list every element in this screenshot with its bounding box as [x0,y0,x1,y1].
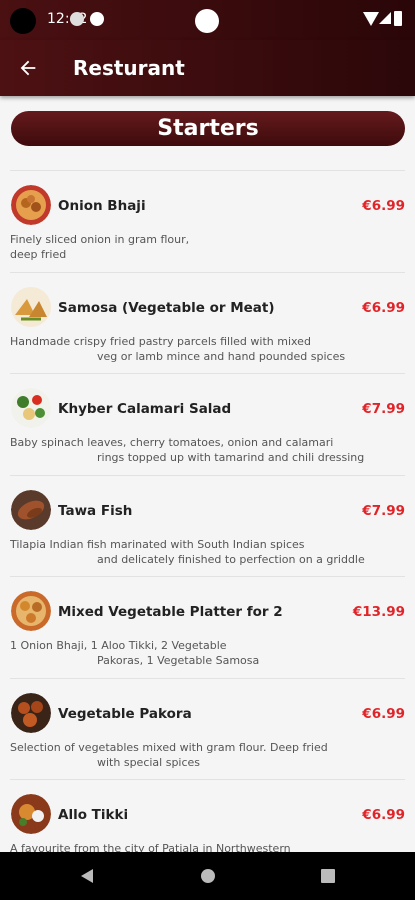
page-title: Resturant [73,56,185,80]
status-bar: 12:42 [0,0,415,40]
item-price: €7.99 [362,502,405,519]
item-description-line: and delicately finished to perfection on… [97,552,365,566]
item-description-line: 1 Onion Bhaji, 1 Aloo Tikki, 2 Vegetable [10,639,227,652]
nav-recents-icon[interactable] [321,869,335,883]
tawa-fish-image [11,489,51,530]
notification-icon [70,12,84,26]
menu-item[interactable]: Vegetable Pakora €6.99 Selection of vege… [10,677,405,780]
nav-home-icon[interactable] [201,869,215,883]
item-description: Baby spinach leaves, cherry tomatoes, on… [10,435,405,465]
item-price: €6.99 [362,198,405,214]
menu-item[interactable]: Onion Bhaji €6.99 Finely sliced onion in… [10,170,405,272]
item-description-line: rings topped up with tamarind and chili … [97,451,365,464]
app-bar: Resturant [0,40,415,96]
item-price: €6.99 [362,299,405,316]
item-description-line: Tilapia Indian fish marinated with South… [10,537,305,551]
item-name: Onion Bhaji [58,198,146,214]
item-name: Samosa (Vegetable or Meat) [58,299,275,316]
item-description-line: Selection of vegetables mixed with gram … [10,740,328,754]
menu-item[interactable]: Tawa Fish €7.99 Tilapia Indian fish mari… [10,474,405,577]
menu-list[interactable]: Onion Bhaji €6.99 Finely sliced onion in… [10,170,405,853]
system-nav-bar [0,852,415,900]
item-description: Handmade crispy fried pastry parcels fil… [10,334,405,364]
samosa-image [11,286,51,327]
menu-item[interactable]: Allo Tikki €6.99 A favourite from the ci… [10,779,405,853]
item-description: Selection of vegetables mixed with gram … [10,740,405,770]
item-name: Mixed Vegetable Platter for 2 [58,604,283,620]
signal-icon [379,12,391,24]
item-name: Vegetable Pakora [58,705,192,722]
item-price: €13.99 [352,604,405,620]
item-price: €6.99 [362,807,405,823]
item-name: Tawa Fish [58,502,133,519]
item-description-line: Pakoras, 1 Vegetable Samosa [97,654,260,667]
menu-item[interactable]: Samosa (Vegetable or Meat) €6.99 Handmad… [10,271,405,374]
item-price: €7.99 [362,401,405,417]
vegetable-platter-image [11,591,51,631]
item-description-line: veg or lamb mince and hand pounded spice… [97,349,346,363]
allo-tikki-image [11,794,51,834]
vegetable-pakora-image [11,692,51,733]
camera-notch [195,9,219,33]
section-header: Starters [11,111,405,146]
item-name: Allo Tikki [58,807,129,823]
back-button[interactable] [12,52,44,84]
arrow-left-icon [20,60,36,76]
item-description-line: Handmade crispy fried pastry parcels fil… [10,334,311,348]
item-description: 1 Onion Bhaji, 1 Aloo Tikki, 2 Vegetable… [10,638,405,668]
onion-bhaji-image [11,185,51,225]
menu-item[interactable]: Khyber Calamari Salad €7.99 Baby spinach… [10,373,405,475]
app-notification-icon [90,12,104,26]
calamari-salad-image [11,388,51,428]
item-description-line: with special spices [97,755,201,769]
front-camera [10,8,36,34]
item-price: €6.99 [362,705,405,722]
battery-icon [394,11,402,26]
item-description: Tilapia Indian fish marinated with South… [10,537,405,567]
item-description-line: deep fried [10,248,67,261]
item-description: Finely sliced onion in gram flour, deep … [10,232,405,262]
nav-back-icon[interactable] [81,869,93,883]
wifi-icon [363,12,379,26]
item-name: Khyber Calamari Salad [58,401,232,417]
item-description-line: Finely sliced onion in gram flour, [10,233,190,246]
menu-item[interactable]: Mixed Vegetable Platter for 2 €13.99 1 O… [10,576,405,678]
item-description-line: Baby spinach leaves, cherry tomatoes, on… [10,436,334,449]
